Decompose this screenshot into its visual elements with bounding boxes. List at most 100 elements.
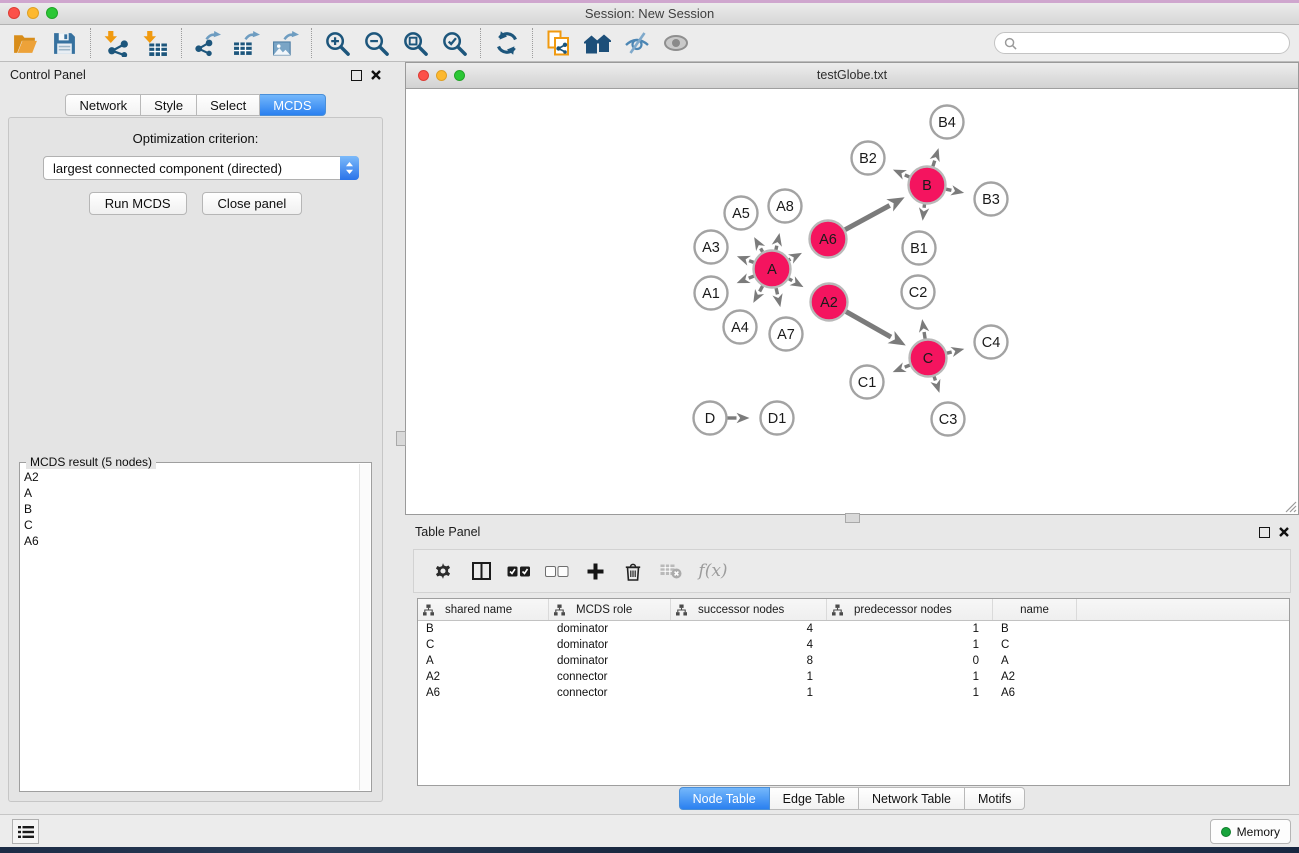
- graph-edge-C-C4[interactable]: [947, 352, 952, 353]
- table-cell[interactable]: 1: [827, 669, 993, 685]
- table-row[interactable]: Bdominator41B: [418, 621, 1289, 637]
- new-network-from-selection-button[interactable]: [539, 28, 578, 59]
- close-panel-button[interactable]: Close panel: [202, 192, 303, 215]
- table-cell[interactable]: A2: [993, 669, 1077, 685]
- close-panel-icon[interactable]: [1279, 527, 1289, 537]
- tab-edge-table[interactable]: Edge Table: [770, 787, 859, 810]
- memory-button[interactable]: Memory: [1210, 819, 1291, 844]
- table-cell[interactable]: A: [993, 653, 1077, 669]
- graph-edge-A6-B[interactable]: [845, 205, 890, 229]
- graph-edge-B-B3[interactable]: [946, 189, 951, 190]
- table-cell[interactable]: A2: [418, 669, 549, 685]
- graph-edge-A-A6[interactable]: [789, 259, 790, 260]
- graph-edge-A-A4[interactable]: [760, 286, 763, 291]
- select-all-button[interactable]: [504, 555, 534, 587]
- tab-network[interactable]: Network: [65, 94, 141, 116]
- graph-edge-A-A7[interactable]: [776, 288, 777, 294]
- save-session-button[interactable]: [45, 28, 84, 59]
- graph-edge-B-B2[interactable]: [905, 175, 910, 177]
- table-cell[interactable]: 4: [671, 621, 827, 637]
- table-row[interactable]: A2connector11A2: [418, 669, 1289, 685]
- table-cell[interactable]: 1: [827, 685, 993, 701]
- table-cell[interactable]: 1: [827, 621, 993, 637]
- mcds-result-item[interactable]: B: [24, 501, 359, 517]
- graph-edge-B-B4[interactable]: [933, 161, 935, 167]
- table-cell[interactable]: connector: [549, 685, 671, 701]
- graph-edge-C-C1[interactable]: [905, 365, 910, 367]
- table-cell[interactable]: dominator: [549, 637, 671, 653]
- graph-edge-A-A2[interactable]: [789, 279, 792, 281]
- tab-motifs[interactable]: Motifs: [965, 787, 1025, 810]
- show-columns-button[interactable]: [466, 555, 496, 587]
- mcds-result-list[interactable]: A2ABCA6: [24, 469, 359, 789]
- table-cell[interactable]: A6: [993, 685, 1077, 701]
- show-all-button[interactable]: [656, 28, 695, 59]
- table-cell[interactable]: C: [993, 637, 1077, 653]
- criterion-dropdown[interactable]: largest connected component (directed): [43, 156, 359, 180]
- table-row[interactable]: A6connector11A6: [418, 685, 1289, 701]
- zoom-selected-button[interactable]: [435, 28, 474, 59]
- table-cell[interactable]: 1: [671, 685, 827, 701]
- export-table-button[interactable]: [227, 28, 266, 59]
- column-header-mcds-role[interactable]: MCDS role: [549, 599, 671, 620]
- table-cell[interactable]: B: [418, 621, 549, 637]
- resize-grip-icon[interactable]: [1285, 501, 1297, 513]
- apply-layout-button[interactable]: [487, 28, 526, 59]
- tab-style[interactable]: Style: [141, 94, 197, 116]
- graph-edge-A-A3[interactable]: [749, 261, 754, 263]
- table-cell[interactable]: dominator: [549, 621, 671, 637]
- show-panels-list-button[interactable]: [12, 819, 39, 844]
- tab-network-table[interactable]: Network Table: [859, 787, 965, 810]
- network-canvas[interactable]: B4B2BB3A8A5A6A3B1AC2A1A2A4A7C4CC1DD1C3: [406, 89, 1298, 514]
- tab-mcds[interactable]: MCDS: [260, 94, 325, 116]
- table-cell[interactable]: A: [418, 653, 549, 669]
- column-header-predecessor-nodes[interactable]: predecessor nodes: [827, 599, 993, 620]
- create-column-button[interactable]: [580, 555, 610, 587]
- table-cell[interactable]: C: [418, 637, 549, 653]
- float-panel-icon[interactable]: [351, 70, 362, 81]
- table-cell[interactable]: dominator: [549, 653, 671, 669]
- table-cell[interactable]: 4: [671, 637, 827, 653]
- column-header-shared-name[interactable]: shared name: [418, 599, 549, 620]
- network-window-titlebar[interactable]: testGlobe.txt: [406, 63, 1298, 89]
- graph-edge-C-C2[interactable]: [924, 332, 925, 339]
- table-cell[interactable]: connector: [549, 669, 671, 685]
- table-cell[interactable]: B: [993, 621, 1077, 637]
- table-cell[interactable]: 0: [827, 653, 993, 669]
- table-cell[interactable]: A6: [418, 685, 549, 701]
- import-network-button[interactable]: [97, 28, 136, 59]
- mcds-result-item[interactable]: A6: [24, 533, 359, 549]
- hide-selected-button[interactable]: [617, 28, 656, 59]
- graph-edge-A2-C[interactable]: [846, 312, 891, 338]
- export-image-button[interactable]: [266, 28, 305, 59]
- table-cell[interactable]: 1: [827, 637, 993, 653]
- graph-edge-A-A1[interactable]: [749, 276, 754, 278]
- mcds-result-item[interactable]: C: [24, 517, 359, 533]
- close-panel-icon[interactable]: [371, 70, 381, 80]
- graph-edge-A-A5[interactable]: [761, 248, 763, 252]
- table-cell[interactable]: 1: [671, 669, 827, 685]
- zoom-out-button[interactable]: [357, 28, 396, 59]
- first-neighbors-button[interactable]: [578, 28, 617, 59]
- graph-edge-A-A8[interactable]: [776, 246, 777, 250]
- import-table-button[interactable]: [136, 28, 175, 59]
- mcds-result-item[interactable]: A: [24, 485, 359, 501]
- export-network-button[interactable]: [188, 28, 227, 59]
- graph-edge-C-C3[interactable]: [934, 377, 935, 381]
- search-input[interactable]: [1022, 35, 1289, 51]
- deselect-all-button[interactable]: [542, 555, 572, 587]
- table-row[interactable]: Cdominator41C: [418, 637, 1289, 653]
- zoom-fit-button[interactable]: [396, 28, 435, 59]
- table-cell[interactable]: 8: [671, 653, 827, 669]
- tab-select[interactable]: Select: [197, 94, 260, 116]
- open-session-button[interactable]: [6, 28, 45, 59]
- zoom-in-button[interactable]: [318, 28, 357, 59]
- table-mode-gear-button[interactable]: [428, 555, 458, 587]
- run-mcds-button[interactable]: Run MCDS: [89, 192, 187, 215]
- tab-node-table[interactable]: Node Table: [679, 787, 770, 810]
- column-header-successor-nodes[interactable]: successor nodes: [671, 599, 827, 620]
- delete-columns-button[interactable]: [618, 555, 648, 587]
- splitter-handle-vertical[interactable]: [396, 431, 406, 446]
- table-row[interactable]: Adominator80A: [418, 653, 1289, 669]
- float-panel-icon[interactable]: [1259, 527, 1270, 538]
